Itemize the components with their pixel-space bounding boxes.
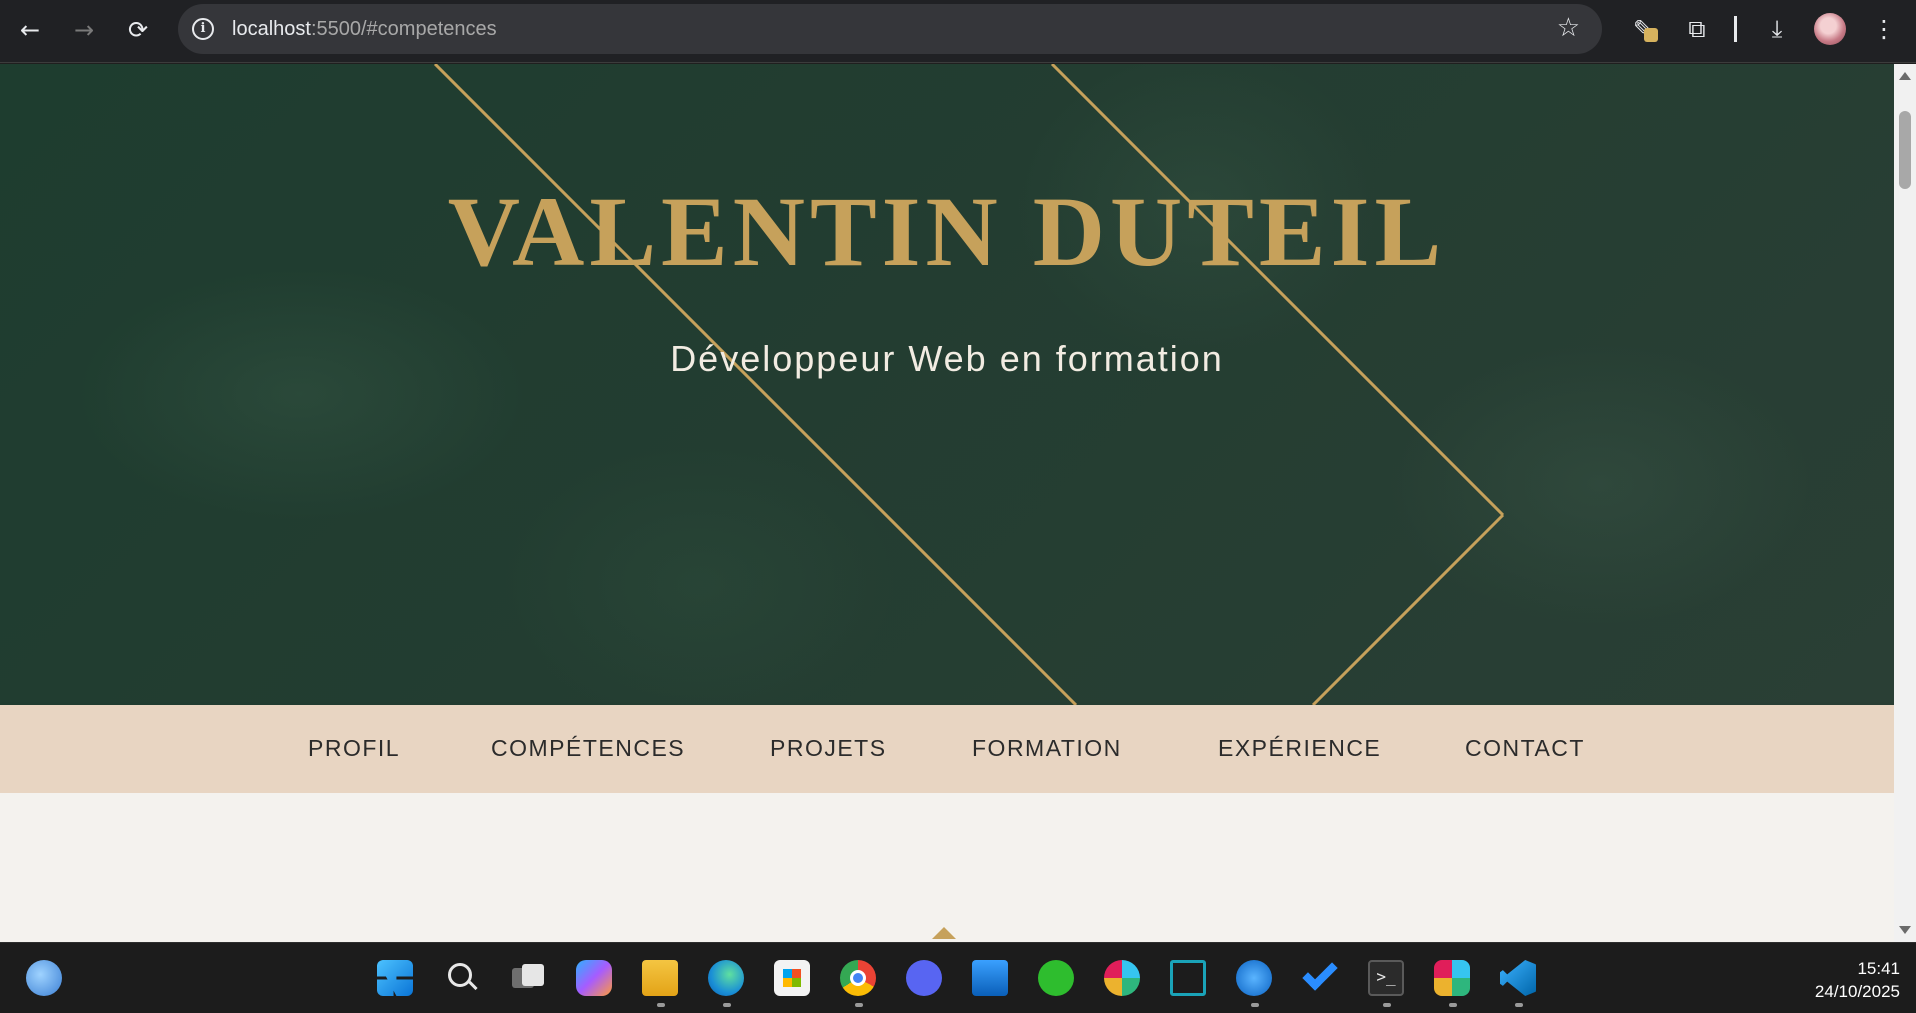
file-explorer-icon[interactable] <box>642 960 678 996</box>
running-indicator <box>1449 1003 1457 1007</box>
running-indicator <box>723 1003 731 1007</box>
reload-icon[interactable]: ⟳ <box>120 12 156 48</box>
gold-line-right-lower <box>1311 513 1505 705</box>
site-info-icon[interactable]: i <box>192 18 214 40</box>
search-icon[interactable] <box>444 960 480 996</box>
bookmark-star-icon[interactable]: ☆ <box>1557 13 1580 43</box>
discord-icon[interactable] <box>906 960 942 996</box>
hero-title: VALENTIN DUTEIL <box>447 176 1447 287</box>
hero-subtitle: Développeur Web en formation <box>670 338 1224 379</box>
nav-item-experience[interactable]: EXPÉRIENCE <box>1218 735 1381 762</box>
filezilla-icon[interactable] <box>1236 960 1272 996</box>
url-host: localhost <box>232 18 311 40</box>
app-green-icon[interactable] <box>1038 960 1074 996</box>
page-scrollbar[interactable] <box>1894 64 1916 942</box>
running-indicator <box>855 1003 863 1007</box>
address-bar[interactable]: i localhost:5500/#competences ☆ <box>178 4 1602 54</box>
gold-line-right-upper <box>1050 64 1505 517</box>
task-view-icon[interactable] <box>510 960 546 996</box>
store-logo <box>783 969 801 987</box>
browser-toolbar: ← → ⟳ i localhost:5500/#competences ☆ ✎ … <box>0 0 1916 63</box>
system-clock[interactable]: 15:41 24/10/2025 <box>1815 957 1900 1003</box>
copilot-icon[interactable] <box>576 960 612 996</box>
weather-icon[interactable] <box>26 960 62 996</box>
start-icon[interactable] <box>377 960 413 996</box>
chrome-center <box>850 970 866 986</box>
toolbar-divider <box>1734 16 1737 42</box>
visual-paradigm-icon[interactable] <box>1170 960 1206 996</box>
clock-time: 15:41 <box>1857 959 1900 978</box>
hero-gold-lines <box>433 64 1505 705</box>
scroll-up-icon[interactable] <box>1899 72 1911 80</box>
photos-icon[interactable] <box>972 960 1008 996</box>
todo-icon[interactable] <box>1302 955 1338 996</box>
nav-item-contact[interactable]: CONTACT <box>1465 735 1585 762</box>
nav-item-projets[interactable]: PROJETS <box>770 735 887 762</box>
scroll-down-icon[interactable] <box>1899 926 1911 934</box>
chrome-icon[interactable] <box>840 960 876 996</box>
slack-2-icon[interactable] <box>1434 960 1470 996</box>
gold-line-left <box>433 64 1078 705</box>
hero-section: VALENTIN DUTEIL Développeur Web en forma… <box>0 64 1894 705</box>
scroll-thumb[interactable] <box>1899 111 1911 189</box>
slack-icon[interactable] <box>1104 960 1140 996</box>
main-navigation: PROFIL COMPÉTENCES PROJETS FORMATION EXP… <box>0 705 1894 793</box>
download-icon[interactable]: ⤓ <box>1760 12 1794 46</box>
store-icon[interactable] <box>774 960 810 996</box>
nav-item-profil[interactable]: PROFIL <box>308 735 400 762</box>
check-glyph <box>1302 955 1338 991</box>
running-indicator <box>1383 1003 1391 1007</box>
page-viewport: VALENTIN DUTEIL Développeur Web en forma… <box>0 64 1894 942</box>
windows-taskbar: >_ 15:41 24/10/2025 <box>0 942 1916 1013</box>
vscode-icon[interactable] <box>1500 960 1536 996</box>
search-handle <box>468 980 478 991</box>
nav-item-formation[interactable]: FORMATION <box>972 735 1122 762</box>
browser-menu-icon[interactable]: ⋮ <box>1867 12 1901 46</box>
running-indicator <box>657 1003 665 1007</box>
extension-badge <box>1644 28 1658 42</box>
running-indicator <box>1251 1003 1259 1007</box>
profile-avatar[interactable] <box>1814 13 1846 45</box>
running-indicator <box>1515 1003 1523 1007</box>
extensions-icon[interactable]: ⧉ <box>1680 12 1714 46</box>
content-section <box>0 793 1894 942</box>
pen-extension-icon[interactable]: ✎ <box>1626 12 1660 46</box>
url-text[interactable]: localhost:5500/#competences <box>232 18 497 41</box>
back-icon[interactable]: ← <box>12 12 48 48</box>
terminal-icon[interactable]: >_ <box>1368 960 1404 996</box>
task-view-front <box>522 964 544 986</box>
edge-icon[interactable] <box>708 960 744 996</box>
nav-item-competences[interactable]: COMPÉTENCES <box>491 735 685 762</box>
clock-date: 24/10/2025 <box>1814 982 1900 1001</box>
section-marker-icon <box>932 927 956 939</box>
url-path: :5500/#competences <box>310 18 497 40</box>
forward-icon[interactable]: → <box>66 12 102 48</box>
